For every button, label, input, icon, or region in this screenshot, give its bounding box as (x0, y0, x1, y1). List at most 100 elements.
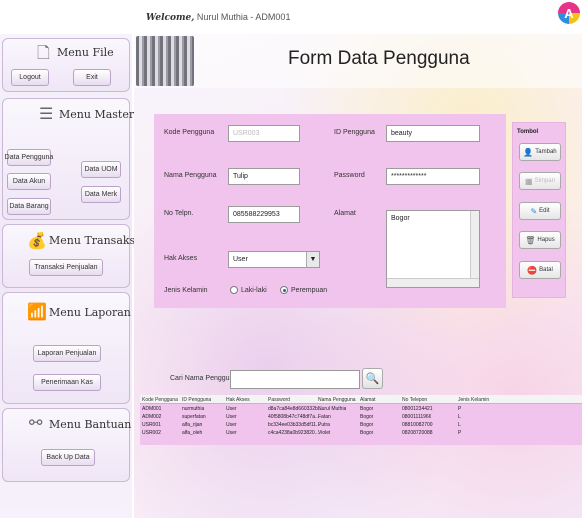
table-row[interactable]: ADM001 nurmuthia User d8a7ca84e8d660332b...… (140, 406, 582, 414)
table-header-cell[interactable]: No Telepon (402, 397, 427, 403)
laporan-penjualan-button[interactable]: Laporan Penjualan (33, 345, 101, 362)
radio-laki-laki-label: Laki-laki (241, 286, 267, 294)
data-pengguna-button[interactable]: Data Pengguna (5, 149, 53, 166)
table-cell: nurmuthia (182, 406, 205, 412)
table-header-cell[interactable]: ID Pengguna (182, 397, 211, 403)
table-cell: User (226, 414, 237, 420)
nama-field[interactable]: Tulip (228, 168, 300, 185)
table-cell: 40f5808b47c748df7a... (268, 414, 320, 420)
table-header-cell[interactable]: Nama Pengguna (318, 397, 356, 403)
table-header-cell[interactable]: Alamat (360, 397, 376, 403)
table-row[interactable]: USR001 alfa_rijan User bc334ee03b33d5df11..… (140, 422, 582, 430)
network-icon: ⚯ (29, 415, 43, 432)
table-cell: ADM002 (142, 414, 162, 420)
alamat-vertical-scrollbar[interactable] (470, 211, 479, 287)
data-akun-button[interactable]: Data Akun (7, 173, 51, 190)
transaksi-penjualan-button[interactable]: Transaksi Penjualan (29, 259, 103, 276)
page-title: Form Data Pengguna (288, 48, 470, 69)
telp-label: No Telpn. (164, 210, 194, 217)
simpan-button[interactable]: ▦ Simpan (519, 172, 561, 190)
penerimaan-kas-button[interactable]: Penerimaan Kas (33, 374, 101, 391)
akses-value: User (233, 256, 248, 263)
money-bag-icon: 💰 (27, 233, 47, 250)
table-header-cell[interactable]: Hak Akses (226, 397, 250, 403)
radio-laki-laki[interactable]: Laki-laki (230, 286, 267, 294)
menu-file-title: Menu File (57, 46, 114, 59)
exit-button[interactable]: Exit (73, 69, 111, 86)
telp-field[interactable]: 085588229953 (228, 206, 300, 223)
batal-button[interactable]: ⛔ Batal (519, 261, 561, 279)
password-field[interactable]: ************* (386, 168, 480, 185)
table-row[interactable]: USR002 alfa_oleh User c4ca4238a0b923820... V… (140, 430, 582, 438)
data-merk-button[interactable]: Data Merk (81, 186, 121, 203)
edit-label: Edit (539, 208, 550, 214)
id-field[interactable]: beauty (386, 125, 480, 142)
table-cell: Bogor (360, 406, 374, 412)
table-cell: superfatan (182, 414, 206, 420)
batal-label: Batal (539, 267, 553, 273)
logout-button[interactable]: Logout (11, 69, 49, 86)
table-cell: Putra (318, 422, 330, 428)
id-label: ID Pengguna (334, 129, 375, 136)
search-button[interactable]: 🔍 (362, 368, 383, 389)
table-header-cell[interactable]: Kode Pengguna (142, 397, 178, 403)
table-cell: User (226, 430, 237, 436)
table-row[interactable]: ADM002 superfatan User 40f5808b47c748df7a..… (140, 414, 582, 422)
table-cell: d8a7ca84e8d660332b... (268, 406, 322, 412)
table-cell: alfa_oleh (182, 430, 203, 436)
list-icon: ☰ (39, 106, 54, 123)
table-cell: Bogor (360, 430, 374, 436)
search-input[interactable] (230, 370, 360, 389)
data-uom-button[interactable]: Data UOM (81, 161, 121, 178)
table-cell: ADM001 (142, 406, 162, 412)
kode-field[interactable]: USR003 (228, 125, 300, 142)
user-table: Kode Pengguna ID Pengguna Hak Akses Passwor… (140, 395, 582, 445)
welcome-label: Welcome, (146, 13, 195, 23)
table-cell: Violet (318, 430, 331, 436)
table-cell: P (458, 406, 462, 412)
chevron-down-icon[interactable]: ▼ (306, 252, 319, 267)
table-cell: Fatan (318, 414, 331, 420)
tombol-panel: Tombol 👤 Tambah ▦ Simpan ✎ Edit 🗑 Hapus ⛔ Bat… (512, 122, 566, 298)
nama-label: Nama Pengguna (164, 172, 217, 179)
table-cell: L (458, 422, 461, 428)
akses-label: Hak Akses (164, 255, 198, 262)
table-cell: Nurul Muthia (318, 406, 347, 412)
kelamin-label: Jenis Kelamin (164, 287, 208, 294)
table-cell: P (458, 430, 462, 436)
menu-transaksi-panel: 💰 Menu Transaksi Transaksi Penjualan (2, 224, 139, 288)
alamat-textarea[interactable]: Bogor (386, 210, 480, 288)
alamat-value: Bogor (391, 215, 410, 222)
table-cell: 08208720088 (402, 430, 433, 436)
table-header-cell[interactable]: Jenis Kelamin (458, 397, 489, 403)
backup-data-button[interactable]: Back Up Data (41, 449, 95, 466)
menu-laporan-title: Menu Laporan (49, 306, 131, 319)
table-cell: c4ca4238a0b923820... (268, 430, 319, 436)
radio-perempuan-indicator[interactable] (280, 286, 288, 294)
alamat-horizontal-scrollbar[interactable] (387, 278, 479, 287)
welcome-text: Welcome, Nurul Muthia - ADM001 (146, 12, 290, 23)
radio-laki-laki-indicator[interactable] (230, 286, 238, 294)
bar-chart-icon: 📶 (27, 304, 47, 321)
table-cell: User (226, 422, 237, 428)
edit-button[interactable]: ✎ Edit (519, 202, 561, 220)
hapus-label: Hapus (537, 237, 555, 243)
radio-perempuan[interactable]: Perempuan (280, 286, 327, 294)
table-header: Kode Pengguna ID Pengguna Hak Akses Passwor… (140, 395, 582, 404)
hapus-button[interactable]: 🗑 Hapus (519, 231, 561, 249)
table-cell: bc334ee03b33d5df11... (268, 422, 321, 428)
table-cell: Bogor (360, 414, 374, 420)
table-cell: USR002 (142, 430, 161, 436)
table-cell: 08001111966 (402, 414, 432, 420)
app-logo: A (558, 2, 580, 24)
tambah-button[interactable]: 👤 Tambah (519, 143, 561, 161)
table-cell: USR001 (142, 422, 161, 428)
table-header-cell[interactable]: Password (268, 397, 290, 403)
cancel-icon: ⛔ (527, 265, 538, 275)
menu-bantuan-title: Menu Bantuan (49, 418, 132, 431)
data-barang-button[interactable]: Data Barang (7, 198, 51, 215)
menu-file-panel: 🗋 Menu File Logout Exit (2, 38, 130, 92)
menu-transaksi-title: Menu Transaksi (49, 234, 139, 247)
table-cell: alfa_rijan (182, 422, 203, 428)
akses-select[interactable]: User ▼ (228, 251, 320, 268)
